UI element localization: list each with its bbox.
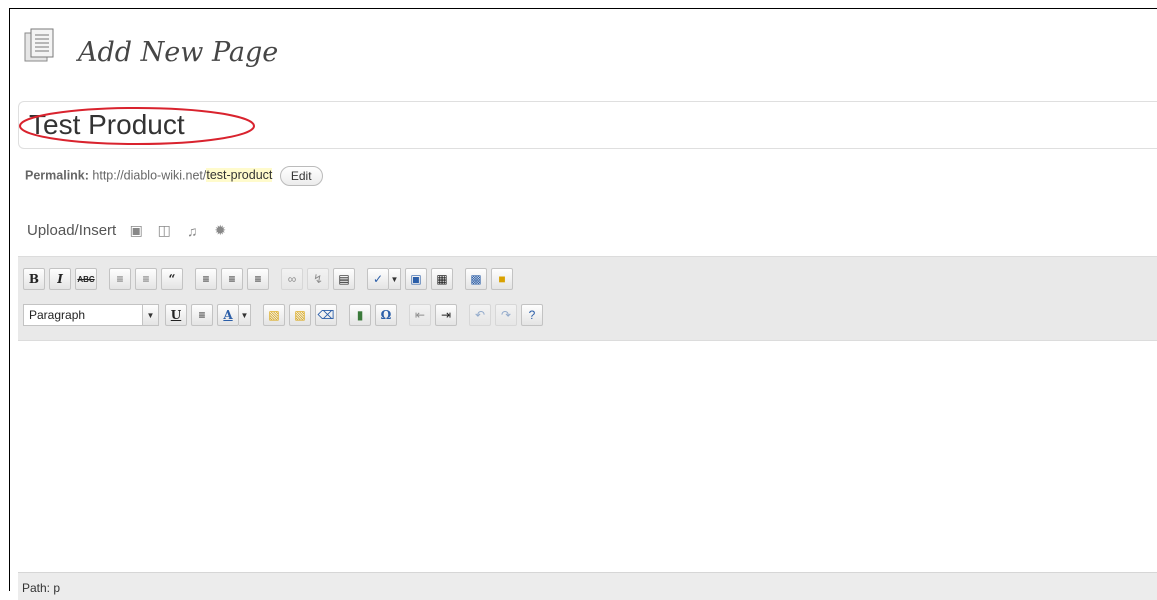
permalink-slug[interactable]: test-product: [206, 168, 273, 183]
paste-word-icon[interactable]: ▧: [289, 304, 311, 326]
special-char-icon[interactable]: Ω: [375, 304, 397, 326]
upload-insert-bar: Upload/Insert ▣ ◫ ♫ ✹: [27, 222, 228, 239]
underline-icon[interactable]: U: [165, 304, 187, 326]
spellcheck-split: ✓ ▼: [367, 268, 405, 290]
align-left-icon[interactable]: ≡: [195, 268, 217, 290]
numbered-list-icon[interactable]: ≡: [135, 268, 157, 290]
editor-path-bar: Path: p: [18, 572, 1157, 600]
title-field-wrap: [18, 101, 1157, 149]
permalink-label: Permalink:: [25, 168, 89, 183]
paste-text-icon[interactable]: ▧: [263, 304, 285, 326]
post-title-input[interactable]: [29, 108, 729, 142]
more-tag-icon[interactable]: ▤: [333, 268, 355, 290]
toolbar-row-2: Paragraph ▼ U ≡ A ▼ ▧ ▧ ⌫ ▮ Ω ⇤ ⇥ ↶ ↷ ?: [23, 301, 547, 329]
page-title: Add New Page: [78, 37, 279, 68]
format-select[interactable]: Paragraph: [23, 304, 143, 326]
spellcheck-icon[interactable]: ✓: [367, 268, 389, 290]
fullscreen-icon[interactable]: ▣: [405, 268, 427, 290]
undo-icon[interactable]: ↶: [469, 304, 491, 326]
outdent-icon[interactable]: ⇤: [409, 304, 431, 326]
element-path: Path: p: [22, 581, 61, 595]
bullet-list-icon[interactable]: ≡: [109, 268, 131, 290]
add-audio-icon[interactable]: ♫: [184, 223, 200, 239]
italic-icon[interactable]: I: [49, 268, 71, 290]
permalink-base: http://diablo-wiki.net/: [92, 168, 207, 183]
strikethrough-icon[interactable]: ABC: [75, 268, 97, 290]
indent-icon[interactable]: ⇥: [435, 304, 457, 326]
add-image-icon[interactable]: ▣: [128, 222, 144, 239]
align-center-icon[interactable]: ≡: [221, 268, 243, 290]
blockquote-icon[interactable]: “: [161, 268, 183, 290]
text-color-dropdown-icon[interactable]: ▼: [239, 304, 251, 326]
permalink-row: Permalink: http://diablo-wiki.net/test-p…: [25, 166, 323, 186]
unlink-icon[interactable]: ↯: [307, 268, 329, 290]
insert-media-icon[interactable]: ▮: [349, 304, 371, 326]
link-icon[interactable]: ∞: [281, 268, 303, 290]
redo-icon[interactable]: ↷: [495, 304, 517, 326]
spellcheck-dropdown-icon[interactable]: ▼: [389, 268, 401, 290]
text-color-icon[interactable]: A: [217, 304, 239, 326]
toolbar-row-1: B I ABC ≡ ≡ “ ≡ ≡ ≡ ∞ ↯ ▤ ✓ ▼ ▣ ▦ ▩ ■: [23, 265, 517, 293]
kitchen-sink-icon[interactable]: ▦: [431, 268, 453, 290]
upload-insert-label: Upload/Insert: [27, 222, 117, 239]
add-video-icon[interactable]: ◫: [156, 222, 172, 239]
text-color-split: A ▼: [217, 304, 255, 326]
justify-icon[interactable]: ≡: [191, 304, 213, 326]
format-select-arrow-icon[interactable]: ▼: [143, 304, 159, 326]
page-icon: [24, 28, 54, 62]
sticky-note-icon[interactable]: ■: [491, 268, 513, 290]
insert-image-icon[interactable]: ▩: [465, 268, 487, 290]
bold-icon[interactable]: B: [23, 268, 45, 290]
permalink-edit-button[interactable]: Edit: [279, 166, 323, 186]
editor-content-area[interactable]: [18, 340, 1157, 573]
align-right-icon[interactable]: ≡: [247, 268, 269, 290]
remove-format-icon[interactable]: ⌫: [315, 304, 337, 326]
add-media-icon[interactable]: ✹: [212, 222, 228, 239]
editor-frame: Add New Page Permalink: http://diablo-wi…: [9, 8, 1157, 600]
editor-toolbar: B I ABC ≡ ≡ “ ≡ ≡ ≡ ∞ ↯ ▤ ✓ ▼ ▣ ▦ ▩ ■ Pa…: [18, 256, 1157, 341]
help-icon[interactable]: ?: [521, 304, 543, 326]
